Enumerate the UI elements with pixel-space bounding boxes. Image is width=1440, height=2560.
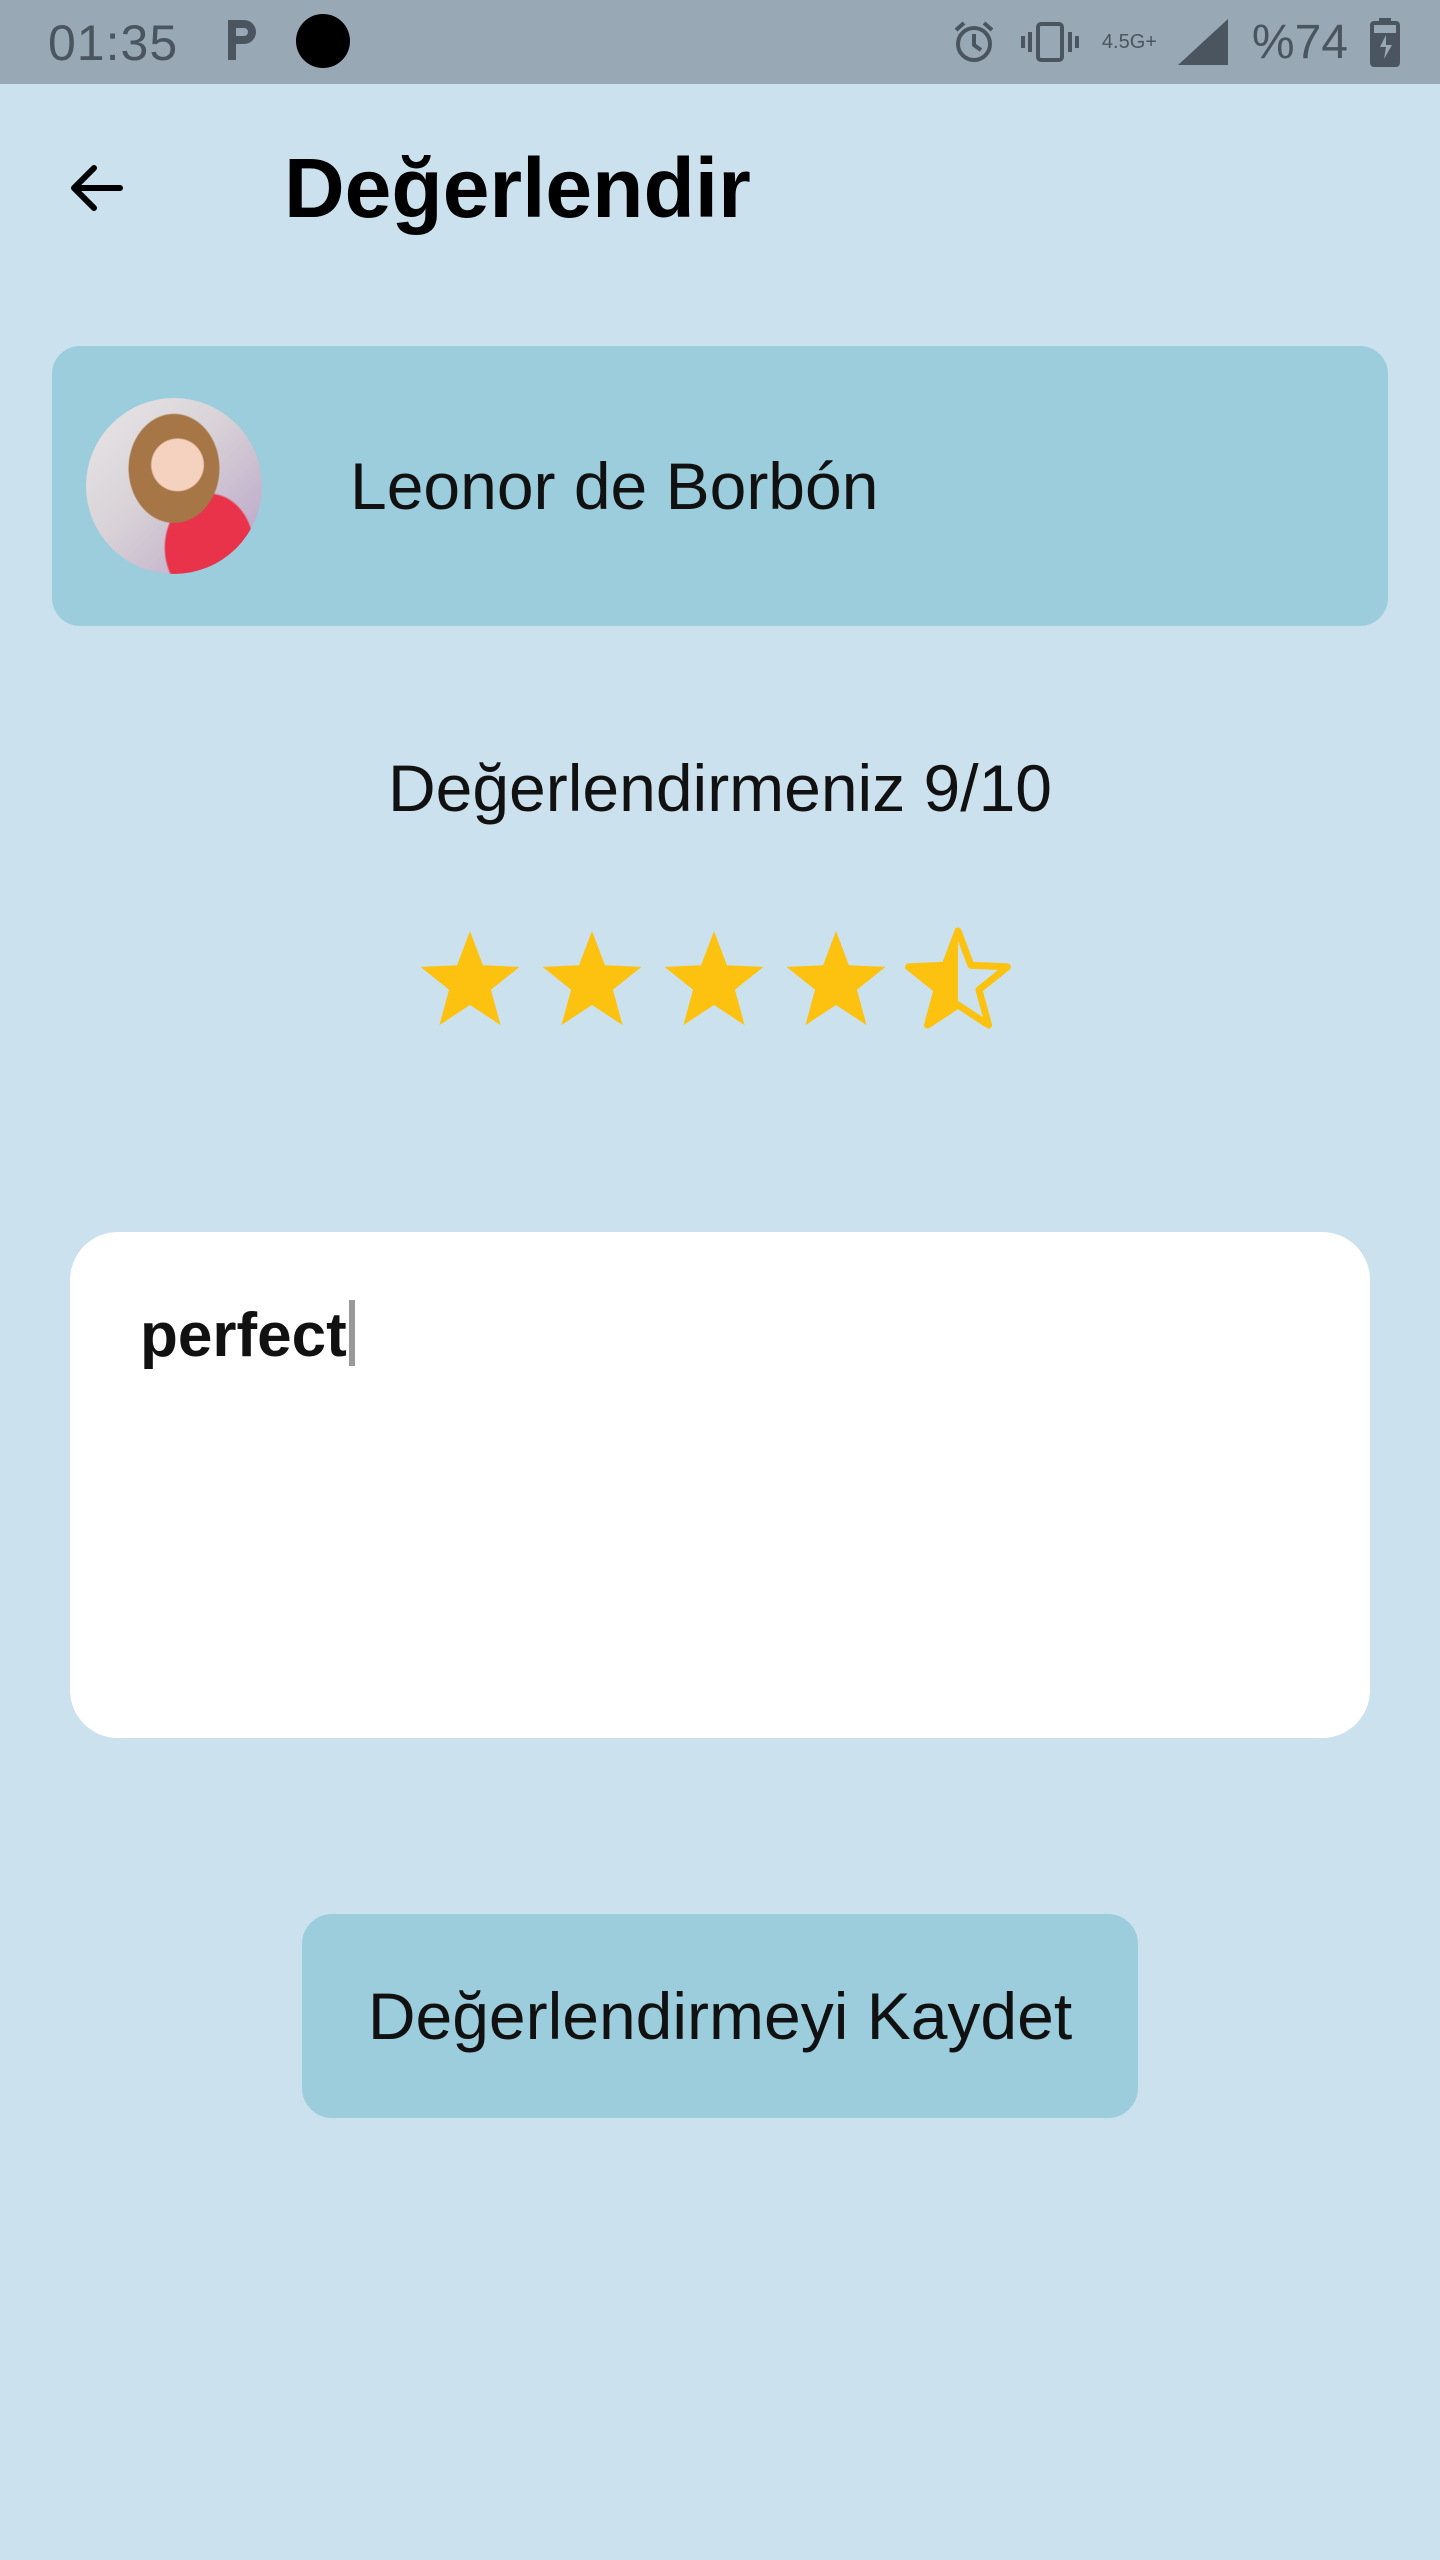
avatar [86, 398, 262, 574]
comment-value: perfect [140, 1301, 347, 1370]
star-2[interactable] [542, 931, 642, 1026]
text-caret [348, 1300, 355, 1366]
battery-percent: %74 [1251, 15, 1348, 69]
arrow-left-icon [71, 165, 123, 211]
star-3[interactable] [664, 931, 764, 1026]
page-title: Değerlendir [284, 141, 751, 235]
star-rating[interactable] [420, 925, 1020, 1035]
back-button[interactable] [56, 148, 136, 228]
save-rating-button[interactable]: Değerlendirmeyi Kaydet [302, 1914, 1138, 2118]
parking-icon [228, 20, 256, 60]
comment-input[interactable]: perfect [70, 1232, 1370, 1738]
person-card: Leonor de Borbón [52, 346, 1388, 626]
battery-icon [1370, 18, 1400, 67]
network-type-icon: 4.5G+ [1101, 31, 1157, 53]
comment-text[interactable]: perfect [140, 1300, 355, 1371]
vibrate-icon [1020, 22, 1079, 62]
star-1[interactable] [420, 931, 520, 1026]
star-5[interactable] [905, 927, 1011, 1029]
status-time: 01:35 [48, 15, 179, 71]
person-name: Leonor de Borbón [350, 449, 879, 523]
alarm-icon [954, 21, 994, 62]
rating-label: Değerlendirmeniz 9/10 [387, 751, 1053, 825]
status-icons: 4.5G+ %74 [950, 10, 1400, 74]
status-bar: 01:35 4.5G+ %74 [0, 0, 1440, 84]
signal-icon [1177, 19, 1228, 65]
camera-dot-icon [296, 14, 350, 68]
star-4[interactable] [786, 931, 886, 1026]
